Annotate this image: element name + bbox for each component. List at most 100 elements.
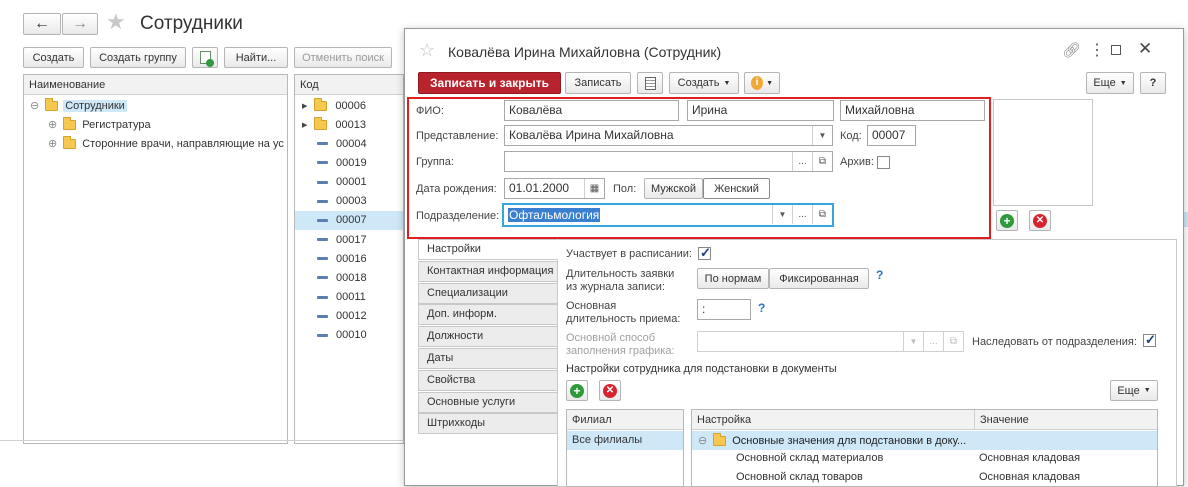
tab-1[interactable]: Контактная информация (418, 260, 558, 282)
add-row-button[interactable]: + (996, 210, 1018, 231)
fixed-button[interactable]: Фиксированная (769, 268, 869, 289)
table-row[interactable]: 00012 (295, 307, 403, 326)
setting-column-header[interactable]: Настройка (692, 410, 975, 430)
expand-icon[interactable]: ⊕ (48, 118, 57, 131)
tree-root[interactable]: ⊖ Сотрудники (30, 96, 127, 115)
expand-arrow-icon[interactable]: ▶ (302, 102, 307, 110)
item-icon (317, 333, 328, 337)
table-row[interactable]: 00003 (295, 192, 403, 211)
table-row[interactable]: ⊖ Основные значения для подстановки в до… (692, 431, 1157, 450)
select-ellipsis-icon[interactable]: ... (923, 332, 943, 351)
base-duration-label-1: Основная (566, 300, 617, 312)
create-dropdown-button[interactable]: Создать ▼ (669, 72, 739, 94)
table-row[interactable]: 00017 (295, 230, 403, 249)
back-button[interactable]: ← (23, 13, 61, 35)
code-field[interactable]: 00007 (867, 125, 916, 146)
column-header-code[interactable]: Код (295, 75, 403, 95)
forward-button[interactable]: → (62, 13, 98, 35)
settings-more-button[interactable]: Еще ▼ (1110, 380, 1158, 401)
delete-icon: ✕ (1033, 213, 1047, 228)
code-value: 00010 (336, 329, 367, 342)
help-button[interactable]: ? (1140, 72, 1166, 94)
cancel-search-button[interactable]: Отменить поиск (294, 47, 392, 68)
fill-method-field[interactable]: ▼ ... ⧉ (697, 331, 964, 352)
calendar-icon[interactable]: ▦ (584, 179, 604, 198)
tab-5[interactable]: Даты (418, 348, 558, 369)
tab-7[interactable]: Основные услуги (418, 391, 558, 413)
open-icon[interactable]: ⧉ (943, 332, 963, 351)
first-name-field[interactable]: Ирина (687, 100, 834, 121)
maximize-icon[interactable] (1111, 45, 1121, 55)
tab-3[interactable]: Доп. информ. (418, 304, 558, 326)
gender-female-button[interactable]: Женский (703, 178, 770, 199)
table-row[interactable]: 00016 (295, 249, 403, 268)
tab-0[interactable]: Настройки (418, 239, 558, 260)
column-header-name[interactable]: Наименование (24, 75, 287, 95)
table-row[interactable]: 00018 (295, 268, 403, 287)
more-button[interactable]: Еще ▼ (1086, 72, 1134, 94)
department-field[interactable]: Офтальмология ▼ ... ⧉ (502, 203, 834, 227)
table-row[interactable]: 00010 (295, 326, 403, 345)
link-icon[interactable]: 🔗︎ (1062, 41, 1081, 59)
inherit-checkbox[interactable]: ✓ (1143, 332, 1156, 347)
chevron-down-icon[interactable]: ▼ (812, 126, 832, 145)
help-icon[interactable]: ? (758, 301, 765, 315)
select-ellipsis-icon[interactable]: ... (792, 205, 812, 224)
middle-name-field[interactable]: Михайловна (840, 100, 985, 121)
table-row[interactable]: Все филиалы (567, 431, 683, 450)
expand-icon[interactable]: ⊕ (48, 137, 57, 150)
more-actions-icon[interactable]: ⋮ (1089, 40, 1105, 60)
table-row[interactable]: 00007 (295, 210, 403, 230)
birthdate-field[interactable]: 01.01.2000 ▦ (504, 178, 605, 199)
table-row[interactable]: ▶ 00006 (295, 96, 403, 115)
table-row[interactable]: 00019 (295, 153, 403, 172)
select-ellipsis-icon[interactable]: ... (792, 152, 812, 171)
tab-6[interactable]: Свойства (418, 369, 558, 391)
table-row[interactable]: 00001 (295, 173, 403, 192)
department-label: Подразделение: (416, 210, 500, 222)
info-dropdown-button[interactable]: i ▼ (744, 72, 780, 94)
table-row[interactable]: ▶ 00013 (295, 115, 403, 134)
branch-column-header[interactable]: Филиал (567, 410, 683, 430)
favorite-star-icon[interactable]: ☆ (419, 40, 435, 61)
chevron-down-icon[interactable]: ▼ (772, 205, 792, 224)
tab-8[interactable]: Штрихкоды (418, 413, 558, 435)
by-norms-button[interactable]: По нормам (697, 268, 769, 289)
representation-field[interactable]: Ковалёва Ирина Михайловна ▼ (504, 125, 833, 146)
archive-checkbox[interactable] (877, 156, 890, 169)
gender-male-button[interactable]: Мужской (644, 178, 703, 199)
schedule-checkbox[interactable]: ✓ (698, 245, 711, 260)
tab-4[interactable]: Должности (418, 326, 558, 348)
open-icon[interactable]: ⧉ (812, 205, 832, 224)
create-group-button[interactable]: Создать группу (90, 47, 186, 68)
create-button[interactable]: Создать (23, 47, 84, 68)
save-button[interactable]: Записать (565, 72, 631, 94)
save-and-close-button[interactable]: Записать и закрыть (418, 72, 561, 94)
delete-row-button[interactable]: ✕ (1029, 210, 1051, 231)
item-icon (317, 295, 328, 299)
collapse-icon[interactable]: ⊖ (30, 99, 39, 112)
add-setting-button[interactable]: + (566, 380, 588, 401)
value-column-header[interactable]: Значение (975, 410, 1157, 430)
find-button[interactable]: Найти... (224, 47, 288, 68)
tree-item[interactable]: ⊕ Регистратура (48, 115, 151, 134)
code-value: 00017 (336, 233, 367, 246)
birthdate-value: 01.01.2000 (509, 181, 570, 195)
group-field[interactable]: ... ⧉ (504, 151, 833, 172)
close-icon[interactable]: ✕ (1138, 39, 1152, 59)
copy-button[interactable] (192, 47, 218, 68)
chevron-down-icon[interactable]: ▼ (903, 332, 923, 351)
delete-setting-button[interactable]: ✕ (599, 380, 621, 401)
collapse-icon[interactable]: ⊖ (698, 434, 707, 447)
base-duration-field[interactable]: : (697, 299, 751, 320)
table-row[interactable]: 00004 (295, 134, 403, 153)
table-row[interactable]: 00011 (295, 288, 403, 307)
tree-item[interactable]: ⊕ Сторонние врачи, направляющие на ус (48, 134, 284, 153)
open-icon[interactable]: ⧉ (812, 152, 832, 171)
report-button[interactable] (637, 72, 663, 94)
favorite-star-icon[interactable]: ★ (106, 9, 126, 35)
expand-arrow-icon[interactable]: ▶ (302, 121, 307, 129)
last-name-field[interactable]: Ковалёва (504, 100, 679, 121)
tab-2[interactable]: Специализации (418, 282, 558, 304)
help-icon[interactable]: ? (876, 268, 883, 282)
